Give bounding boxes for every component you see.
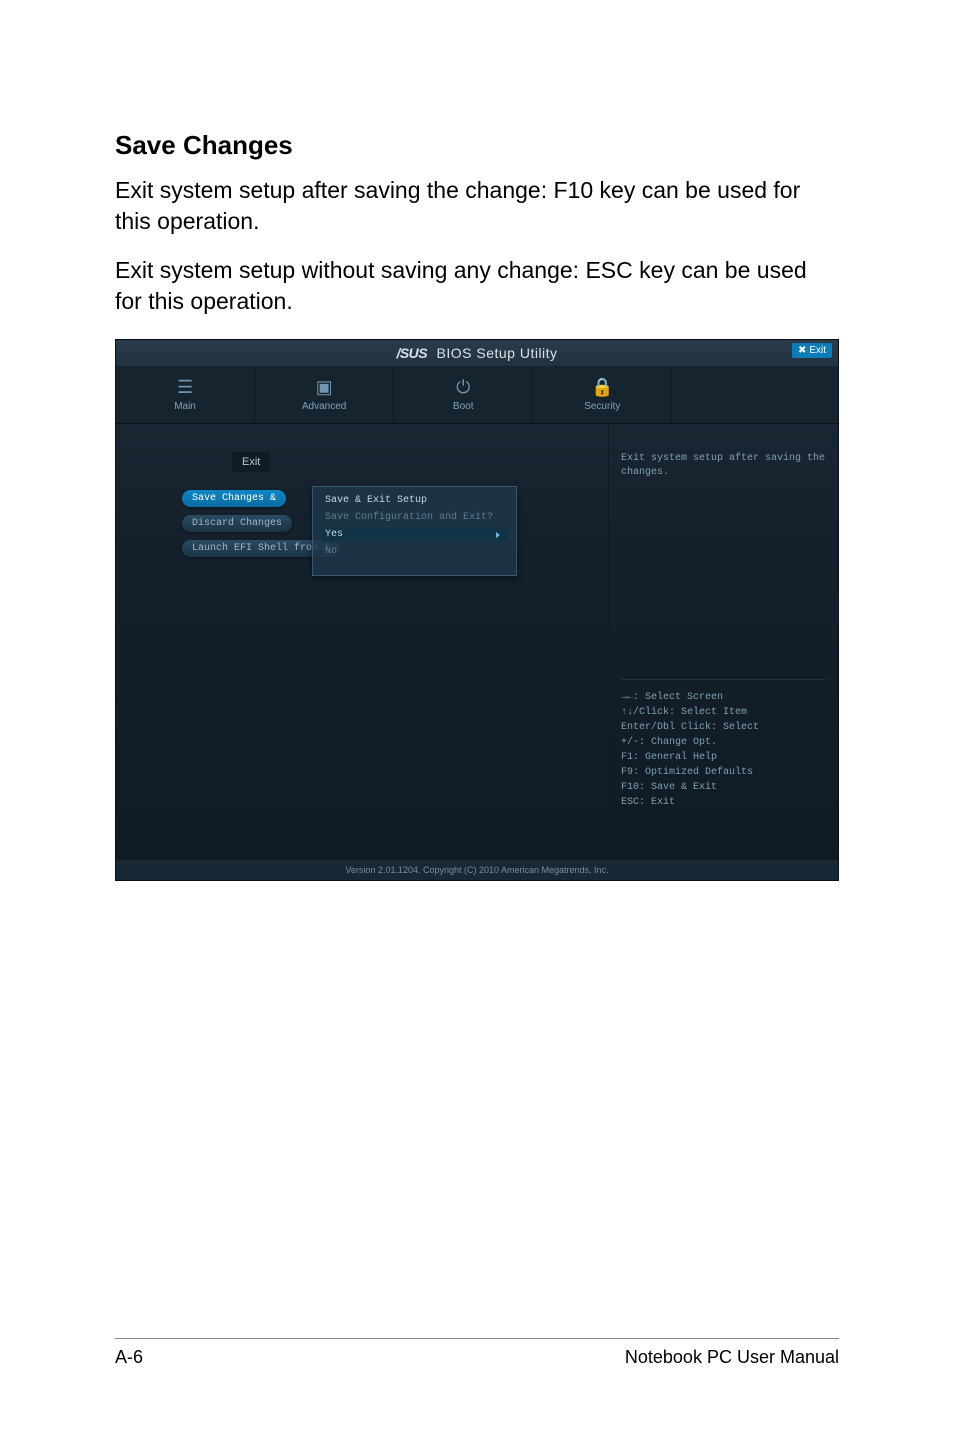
exit-section-header: Exit [232, 452, 270, 472]
confirm-popup: Save & Exit Setup Save Configuration and… [312, 486, 517, 576]
body-paragraph-1: Exit system setup after saving the chang… [115, 175, 839, 237]
body-paragraph-2: Exit system setup without saving any cha… [115, 255, 839, 317]
bios-screenshot: /SUS BIOS Setup Utility ✖ Exit ☰ Main ▣ … [115, 339, 839, 881]
popup-no[interactable]: No [321, 544, 508, 559]
section-heading: Save Changes [115, 130, 839, 161]
tab-spacer [672, 366, 838, 423]
tab-advanced[interactable]: ▣ Advanced [255, 366, 394, 423]
bios-titlebar: /SUS BIOS Setup Utility ✖ Exit [116, 340, 838, 366]
legend-line: F9: Optimized Defaults [621, 765, 826, 780]
legend-line: ↑↓/Click: Select Item [621, 705, 826, 720]
bios-footer-text: Version 2.01.1204. Copyright (C) 2010 Am… [116, 860, 838, 880]
bios-tabs: ☰ Main ▣ Advanced ⏻ Boot 🔒 Security [116, 366, 838, 424]
chip-icon: ▣ [316, 377, 333, 398]
legend-line: Enter/Dbl Click: Select [621, 720, 826, 735]
bios-help-panel: Exit system setup after saving the chang… [608, 424, 838, 860]
power-icon: ⏻ [456, 377, 470, 398]
bios-title-text: BIOS Setup Utility [437, 345, 558, 361]
tab-label: Main [174, 401, 196, 412]
key-legend: →←: Select Screen ↑↓/Click: Select Item … [621, 679, 826, 810]
lock-icon: 🔒 [591, 377, 613, 398]
menu-discard-changes[interactable]: Discard Changes [182, 515, 292, 532]
popup-title: Save & Exit Setup [321, 493, 508, 508]
tab-main[interactable]: ☰ Main [116, 366, 255, 423]
legend-line: ESC: Exit [621, 795, 826, 810]
list-icon: ☰ [177, 377, 193, 398]
popup-question: Save Configuration and Exit? [321, 510, 508, 525]
menu-save-changes[interactable]: Save Changes & [182, 490, 286, 507]
exit-label: Exit [809, 345, 826, 356]
bios-main-panel: Exit Save Changes & Discard Changes Laun… [116, 424, 608, 860]
tab-label: Boot [453, 401, 474, 412]
legend-line: →←: Select Screen [621, 690, 826, 705]
context-help-text: Exit system setup after saving the chang… [621, 452, 826, 480]
legend-line: F10: Save & Exit [621, 780, 826, 795]
bios-exit-button[interactable]: ✖ Exit [792, 343, 832, 358]
tab-label: Security [584, 401, 620, 412]
legend-line: F1: General Help [621, 750, 826, 765]
bios-title: /SUS BIOS Setup Utility [396, 345, 557, 361]
page-footer: A-6 Notebook PC User Manual [115, 1338, 839, 1368]
exit-icon: ✖ [798, 345, 806, 356]
tab-label: Advanced [302, 401, 346, 412]
manual-title: Notebook PC User Manual [625, 1347, 839, 1368]
tab-security[interactable]: 🔒 Security [533, 366, 672, 423]
legend-line: +/-: Change Opt. [621, 735, 826, 750]
page-number: A-6 [115, 1347, 143, 1368]
popup-yes[interactable]: Yes [321, 527, 508, 542]
brand-logo-text: /SUS [396, 345, 427, 361]
tab-boot[interactable]: ⏻ Boot [394, 366, 533, 423]
